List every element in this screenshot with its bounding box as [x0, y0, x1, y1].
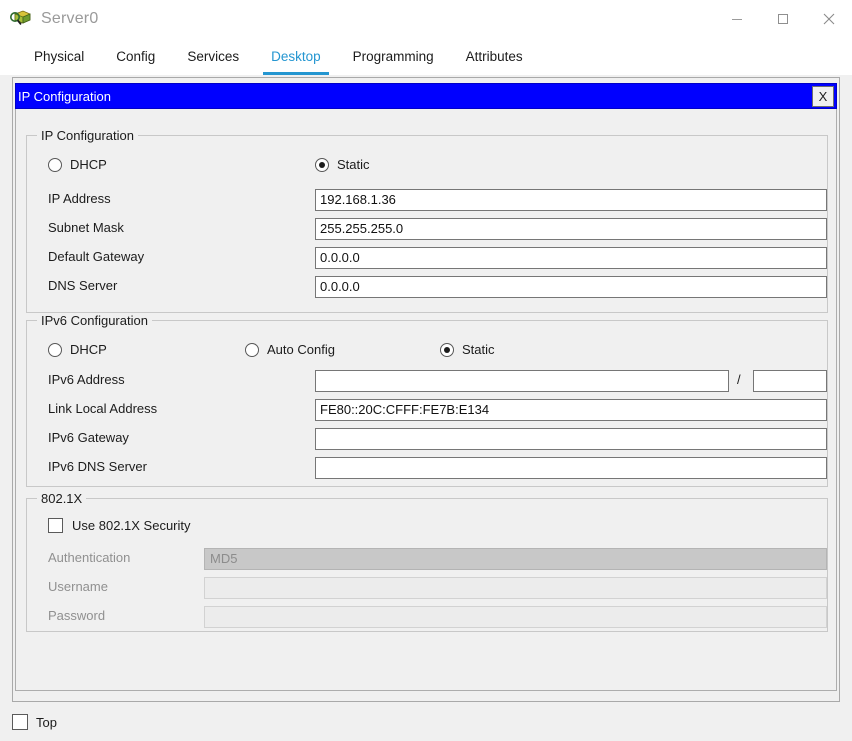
ipv6-static-label: Static: [462, 342, 495, 357]
dot1x-authentication-label: Authentication: [48, 550, 131, 565]
tab-attributes[interactable]: Attributes: [450, 39, 539, 75]
ipv6-autoconfig-radio[interactable]: Auto Config: [245, 342, 335, 357]
ipv4-dns-input[interactable]: 0.0.0.0: [315, 276, 827, 298]
dot1x-authentication-row: Authentication MD5: [27, 548, 827, 570]
ipv6-group-title: IPv6 Configuration: [37, 313, 152, 328]
ipv4-configuration-group: IP Configuration DHCP Static IP Address …: [26, 128, 828, 313]
desktop-panel: IP Configuration X IP Configuration DHCP…: [12, 77, 840, 702]
dot1x-password-label: Password: [48, 608, 106, 623]
ipv6-dns-input[interactable]: [315, 457, 827, 479]
ipv6-prefix-separator: /: [737, 372, 741, 387]
ip-configuration-titlebar: IP Configuration X: [15, 83, 837, 109]
ipv6-address-row: IPv6 Address /: [27, 370, 827, 392]
radio-unchecked-icon: [48, 157, 62, 172]
tab-config[interactable]: Config: [100, 39, 171, 75]
ipv4-group-title: IP Configuration: [37, 128, 138, 143]
ipv6-address-label: IPv6 Address: [48, 372, 125, 387]
ipv4-dhcp-label: DHCP: [70, 157, 107, 172]
checkbox-unchecked-icon: [12, 714, 28, 730]
dot1x-group-title: 802.1X: [37, 491, 87, 506]
maximize-icon[interactable]: [760, 0, 806, 38]
ipv4-static-label: Static: [337, 157, 370, 172]
ipv4-gateway-label: Default Gateway: [48, 249, 145, 264]
ipv6-gateway-input[interactable]: [315, 428, 827, 450]
server-properties-window: Server0 Physical Config Services Desktop…: [0, 0, 852, 741]
ipv4-gateway-input[interactable]: 0.0.0.0: [315, 247, 827, 269]
server-magnifier-icon: [10, 8, 32, 30]
close-icon[interactable]: [806, 0, 852, 38]
tab-physical[interactable]: Physical: [18, 39, 100, 75]
radio-checked-icon: [440, 342, 454, 357]
ipv6-link-local-row: Link Local Address FE80::20C:CFFF:FE7B:E…: [27, 399, 827, 421]
ipv4-address-row: IP Address 192.168.1.36: [27, 189, 827, 211]
ip-configuration-close-button[interactable]: X: [812, 86, 834, 107]
ipv6-prefix-input[interactable]: [753, 370, 827, 392]
ipv4-gateway-row: Default Gateway 0.0.0.0: [27, 247, 827, 269]
ipv6-dhcp-radio[interactable]: DHCP: [48, 342, 107, 357]
ipv4-dhcp-radio[interactable]: DHCP: [48, 157, 107, 172]
ipv6-gateway-row: IPv6 Gateway: [27, 428, 827, 450]
ipv6-link-local-label: Link Local Address: [48, 401, 158, 416]
dot1x-password-row: Password: [27, 606, 827, 628]
dot1x-username-input[interactable]: [204, 577, 827, 599]
tab-desktop[interactable]: Desktop: [255, 39, 337, 75]
ipv4-subnet-row: Subnet Mask 255.255.255.0: [27, 218, 827, 240]
ip-configuration-body: IP Configuration DHCP Static IP Address …: [15, 109, 837, 691]
bottom-bar: Top: [0, 703, 852, 741]
dot1x-password-input[interactable]: [204, 606, 827, 628]
ipv6-autoconfig-label: Auto Config: [267, 342, 335, 357]
ipv6-dns-label: IPv6 DNS Server: [48, 459, 147, 474]
ipv6-dns-row: IPv6 DNS Server: [27, 457, 827, 479]
window-titlebar: Server0: [0, 0, 852, 38]
ipv4-subnet-label: Subnet Mask: [48, 220, 124, 235]
top-checkbox-label: Top: [36, 714, 57, 730]
use-8021x-security-checkbox[interactable]: Use 802.1X Security: [48, 518, 191, 533]
ipv4-address-input[interactable]: 192.168.1.36: [315, 189, 827, 211]
ipv6-link-local-input[interactable]: FE80::20C:CFFF:FE7B:E134: [315, 399, 827, 421]
top-checkbox[interactable]: Top: [12, 714, 57, 730]
ipv6-dhcp-label: DHCP: [70, 342, 107, 357]
tab-programming[interactable]: Programming: [337, 39, 450, 75]
ipv4-address-label: IP Address: [48, 191, 111, 206]
tab-bar: Physical Config Services Desktop Program…: [0, 38, 852, 75]
ip-configuration-window: IP Configuration X IP Configuration DHCP…: [15, 83, 837, 691]
ipv6-configuration-group: IPv6 Configuration DHCP Auto Config Stat…: [26, 313, 828, 487]
dot1x-username-row: Username: [27, 577, 827, 599]
radio-unchecked-icon: [245, 342, 259, 357]
radio-checked-icon: [315, 157, 329, 172]
window-controls: [714, 0, 852, 38]
ipv4-dns-label: DNS Server: [48, 278, 118, 293]
use-8021x-security-label: Use 802.1X Security: [72, 518, 191, 533]
ipv6-gateway-label: IPv6 Gateway: [48, 430, 129, 445]
window-title: Server0: [41, 10, 99, 27]
dot1x-group: 802.1X Use 802.1X Security Authenticatio…: [26, 491, 828, 632]
ipv6-address-input[interactable]: [315, 370, 729, 392]
checkbox-unchecked-icon: [48, 518, 63, 533]
ipv6-static-radio[interactable]: Static: [440, 342, 495, 357]
ip-configuration-title: IP Configuration: [18, 88, 111, 104]
tab-services[interactable]: Services: [171, 39, 255, 75]
dot1x-username-label: Username: [48, 579, 108, 594]
radio-unchecked-icon: [48, 342, 62, 357]
dot1x-authentication-select[interactable]: MD5: [204, 548, 827, 570]
ipv4-subnet-input[interactable]: 255.255.255.0: [315, 218, 827, 240]
minimize-icon[interactable]: [714, 0, 760, 38]
ipv4-static-radio[interactable]: Static: [315, 157, 370, 172]
ipv4-dns-row: DNS Server 0.0.0.0: [27, 276, 827, 298]
